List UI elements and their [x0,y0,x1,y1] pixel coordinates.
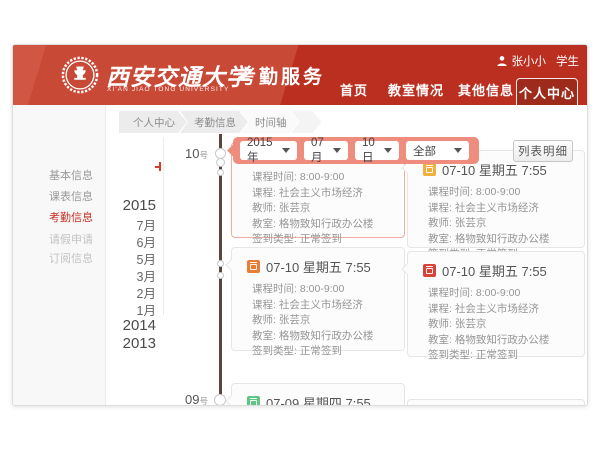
attendance-card[interactable]: 07-10 星期五 7:55 课程时间:8:00-9:00 课程:社会主义市场经… [407,251,585,357]
user-info[interactable]: 张小小 学生 [496,53,580,69]
breadcrumb-personal-center[interactable]: 个人中心 [119,111,187,133]
timeline-node[interactable] [217,169,224,176]
card-title: 07-10 星期五 7:55 [266,257,371,276]
nav-classrooms[interactable]: 教室情况 [388,80,444,99]
attendance-status-icon [247,396,260,406]
sidebar-item-basic-info[interactable]: 基本信息 [49,167,93,183]
attendance-card[interactable]: 07-10 星期五 7:55 课程时间:8:00-9:00 课程:社会主义市场经… [231,247,405,351]
filter-bar: 2015年 07月 10日 全部 [233,137,479,164]
user-name: 张小小 [512,53,547,69]
app-title: 考勤服务 [237,62,325,89]
month-dropdown[interactable]: 07月 [304,141,348,160]
chevron-down-icon [384,148,392,153]
timeline-node[interactable] [217,272,224,279]
breadcrumb: 个人中心 考勤信息 时间轴 [119,111,315,133]
nav-personal-center-active-tab[interactable]: 个人中心 [516,78,578,105]
attendance-card[interactable] [407,399,585,406]
timeline-node[interactable] [216,158,225,167]
day-marker-09: 09号 [163,392,208,406]
day-dropdown[interactable]: 10日 [355,141,399,160]
chevron-down-icon [454,148,462,153]
user-icon [496,55,508,67]
rail-divider [163,137,164,315]
current-month-marker [155,166,159,168]
attendance-status-icon [423,264,436,277]
attendance-status-icon [247,260,260,273]
type-dropdown[interactable]: 全部 [406,141,469,160]
attendance-app-window: 西安交通大学 XI'AN JIAO TONG UNIVERSITY 考勤服务 张… [12,44,588,406]
attendance-card[interactable]: 07-10 星期五 7:55 课程时间:8:00-9:00 课程:社会主义市场经… [407,150,585,248]
breadcrumb-attendance-info[interactable]: 考勤信息 [180,111,248,133]
page: 西安交通大学 XI'AN JIAO TONG UNIVERSITY 考勤服务 张… [0,0,600,450]
sidebar: 基本信息 课表信息 考勤信息 请假申请 订阅信息 [13,105,106,406]
timeline-node[interactable] [217,260,224,267]
sidebar-item-subscription[interactable]: 订阅信息 [49,250,93,266]
card-title: 07-10 星期五 7:55 [442,261,547,280]
rail-year-2014[interactable]: 2014 [106,317,156,334]
timeline-node[interactable] [214,394,226,406]
attendance-card[interactable]: 07-09 星期四 7:55 [231,383,405,406]
nav-home[interactable]: 首页 [340,80,368,99]
nav-other-info[interactable]: 其他信息 [458,80,514,99]
app-body: 基本信息 课表信息 考勤信息 请假申请 订阅信息 个人中心 考勤信息 时间轴 2… [13,105,588,406]
rail-year-2013[interactable]: 2013 [106,335,156,352]
breadcrumb-timeline[interactable]: 时间轴 [241,111,299,133]
year-dropdown[interactable]: 2015年 [240,141,297,160]
chevron-down-icon [333,148,341,153]
chevron-down-icon [282,148,290,153]
university-logo-icon [61,56,99,94]
attendance-status-icon [423,163,436,176]
sidebar-item-leave-request[interactable]: 请假申请 [49,231,93,247]
card-title: 07-09 星期四 7:55 [266,393,371,406]
filter-bar-tail [227,144,240,157]
sidebar-item-attendance-info[interactable]: 考勤信息 [49,209,93,225]
day-marker-10: 10号 [163,146,208,161]
list-detail-button[interactable]: 列表明细 [513,140,573,162]
user-role: 学生 [556,53,579,69]
current-month-marker [159,162,161,171]
sidebar-item-schedule-info[interactable]: 课表信息 [49,188,93,204]
university-name-en: XI'AN JIAO TONG UNIVERSITY [107,86,229,93]
rail-year-2015[interactable]: 2015 [106,197,156,214]
app-header: 西安交通大学 XI'AN JIAO TONG UNIVERSITY 考勤服务 张… [13,45,588,105]
